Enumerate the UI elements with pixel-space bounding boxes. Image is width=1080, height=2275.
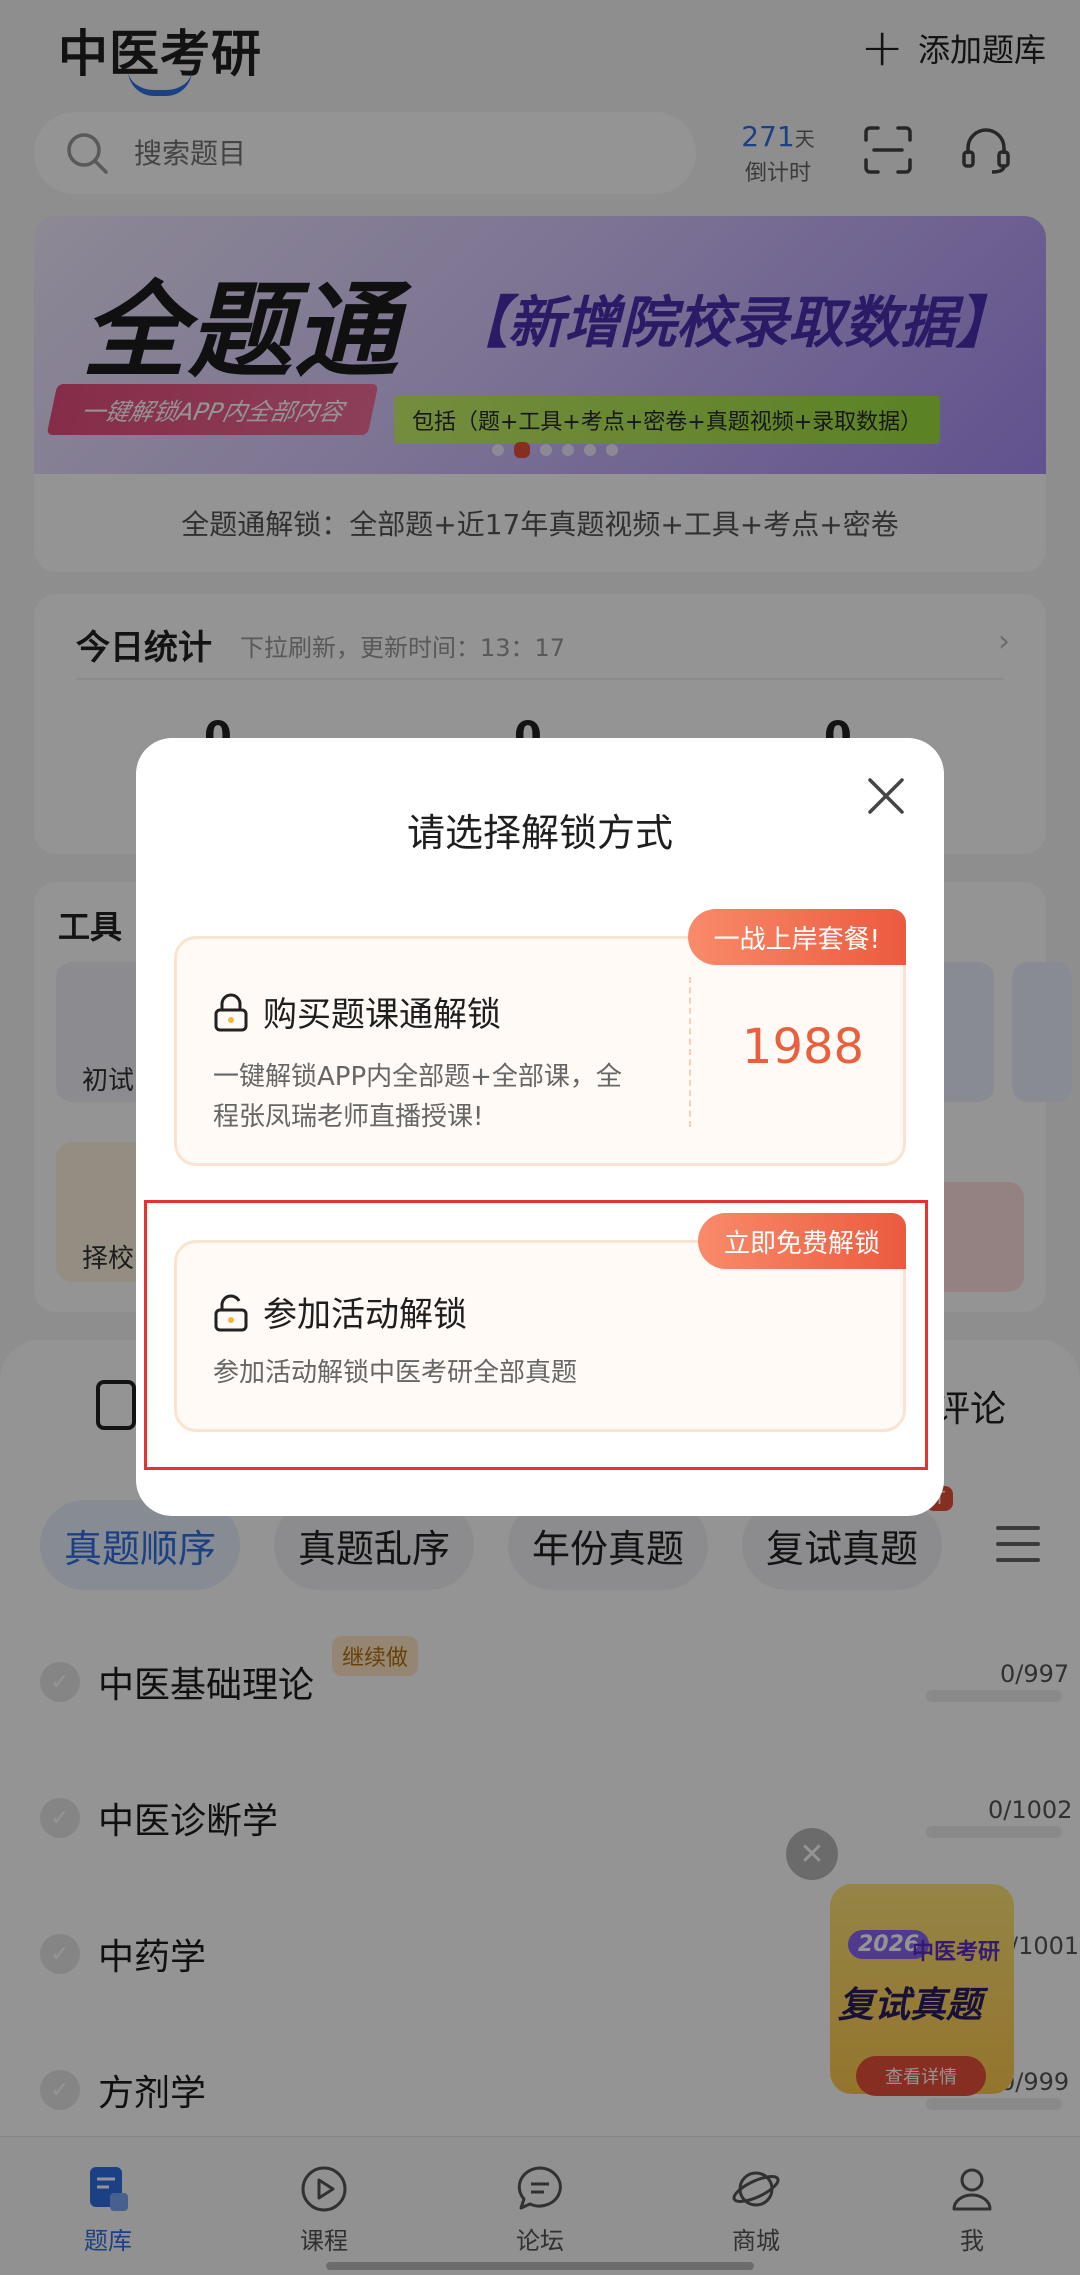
option-title: 购买题课通解锁 bbox=[213, 987, 501, 1036]
option-desc-line: 程张凤瑞老师直播授课! bbox=[213, 1102, 484, 1132]
lock-icon bbox=[214, 993, 248, 1031]
option-badge: 一战上岸套餐! bbox=[687, 909, 906, 965]
close-icon[interactable] bbox=[862, 772, 910, 820]
dashed-divider bbox=[689, 977, 691, 1127]
option-title-text: 购买题课通解锁 bbox=[263, 995, 501, 1035]
highlight-box bbox=[144, 1200, 928, 1470]
price: 1988 bbox=[741, 1019, 865, 1075]
dialog-title: 请选择解锁方式 bbox=[406, 811, 673, 855]
option-desc-line: 一键解锁APP内全部题+全部课，全 bbox=[213, 1062, 622, 1092]
buy-unlock-option[interactable]: 一战上岸套餐! 购买题课通解锁 一键解锁APP内全部题+全部课，全 程张凤瑞老师… bbox=[174, 909, 906, 1166]
option-desc: 一键解锁APP内全部题+全部课，全 程张凤瑞老师直播授课! bbox=[213, 1057, 622, 1137]
